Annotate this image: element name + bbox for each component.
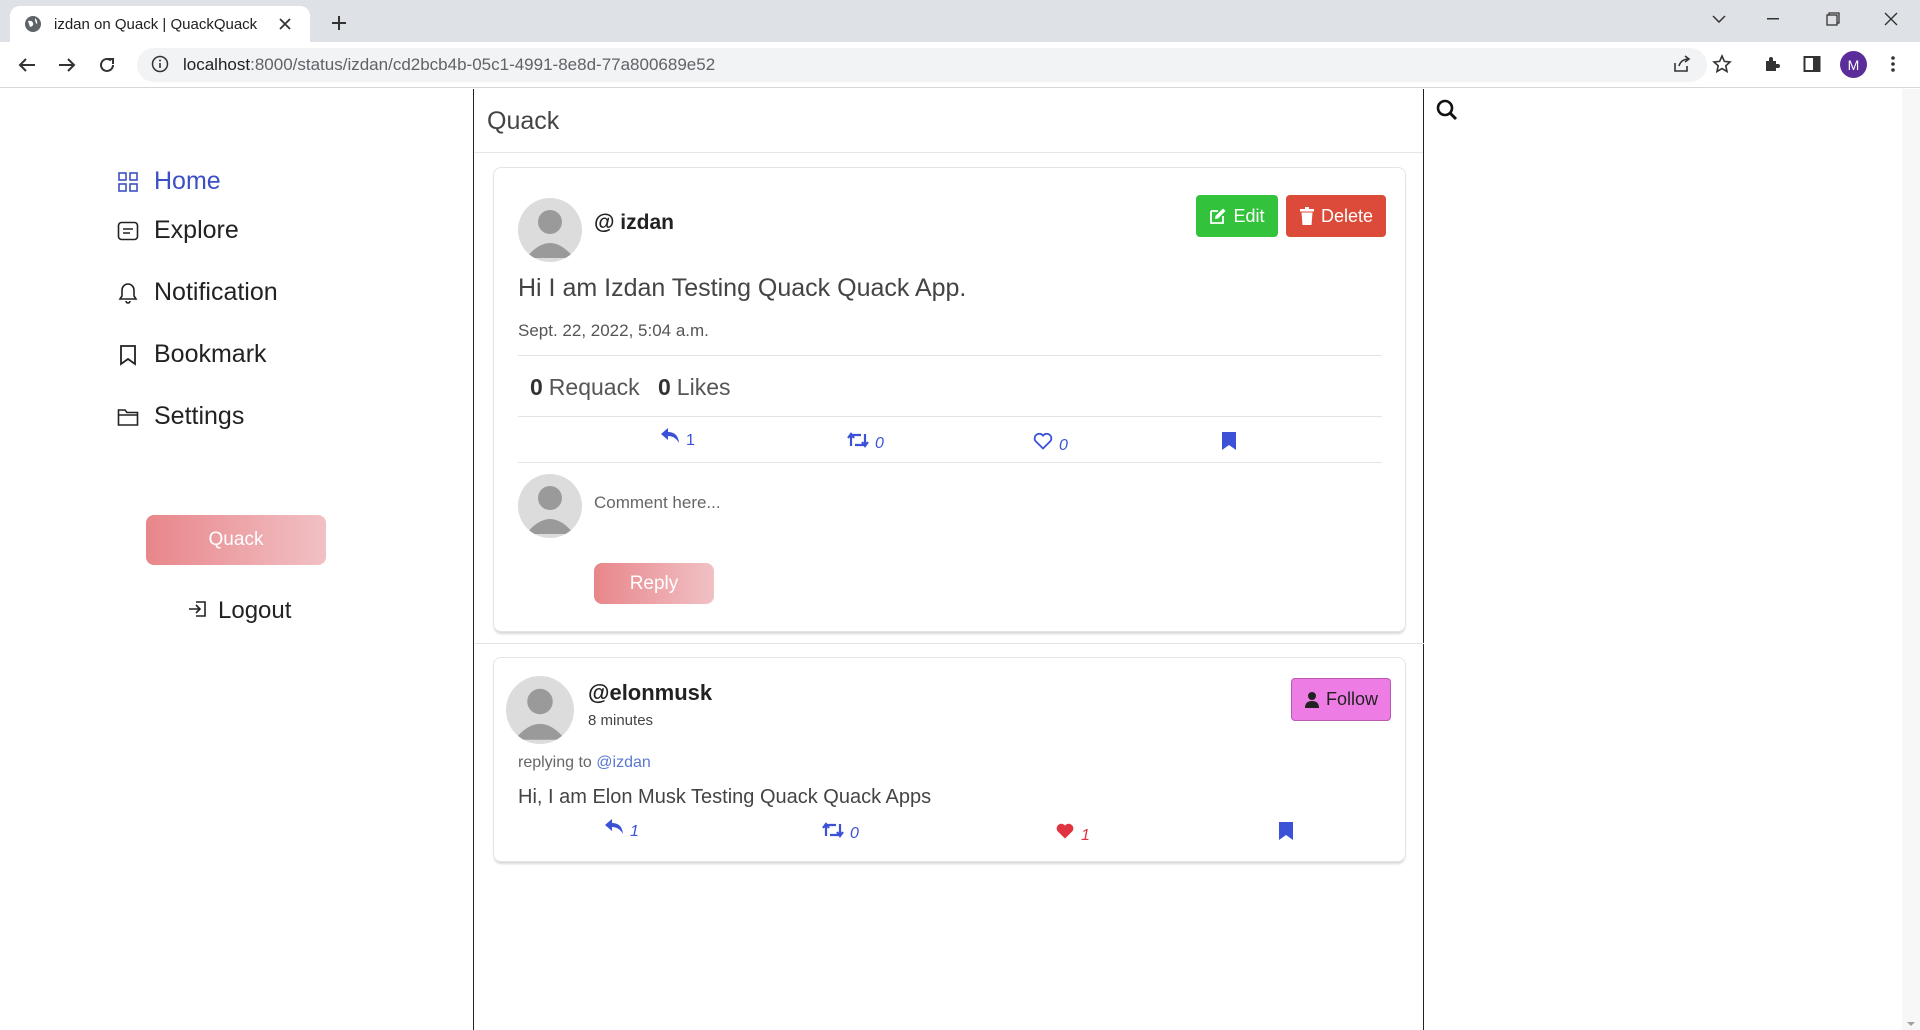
search-icon[interactable]: [1436, 99, 1458, 126]
card-text-icon: [116, 219, 140, 243]
delete-label: Delete: [1320, 205, 1374, 226]
reply-action[interactable]: 1: [604, 818, 639, 841]
mention-link[interactable]: @izdan: [596, 754, 651, 771]
sidebar-item-settings[interactable]: Settings: [116, 402, 244, 431]
scrollbar[interactable]: [1902, 89, 1920, 1030]
sidebar-item-label: Notification: [154, 278, 278, 306]
grid-icon: [116, 170, 140, 194]
delete-button[interactable]: Delete: [1286, 195, 1386, 237]
bookmark-filled-icon: [1221, 431, 1237, 456]
page-title: Quack: [475, 89, 1423, 153]
edit-icon: [1209, 207, 1227, 225]
heart-filled-icon: [1055, 822, 1075, 845]
divider: [518, 355, 1382, 356]
address-bar[interactable]: localhost:8000/status/izdan/cd2bcb4b-05c…: [137, 48, 1707, 82]
close-icon[interactable]: [274, 13, 296, 35]
post-text: Hi I am Izdan Testing Quack Quack App.: [518, 274, 967, 302]
url-text: localhost:8000/status/izdan/cd2bcb4b-05c…: [183, 55, 716, 74]
sidebar-item-home[interactable]: Home: [116, 167, 221, 196]
trash-icon: [1299, 207, 1315, 225]
sidebar-item-label: Settings: [154, 402, 245, 430]
requack-action[interactable]: 0: [822, 822, 859, 843]
requack-stat[interactable]: 0 Requack: [530, 374, 640, 401]
reply-arrow-icon: [604, 818, 624, 841]
browser-tabstrip: izdan on Quack | QuackQuack: [0, 0, 1920, 42]
restore-icon[interactable]: [1811, 4, 1855, 34]
logout-label: Logout: [218, 597, 292, 624]
forward-arrow-icon[interactable]: [52, 50, 82, 80]
retweet-icon: [822, 822, 844, 843]
avatar[interactable]: [518, 198, 582, 262]
extensions-icon[interactable]: [1757, 49, 1787, 79]
divider: [475, 643, 1424, 644]
reply-button[interactable]: Reply: [594, 563, 714, 604]
follow-button[interactable]: Follow: [1291, 678, 1391, 721]
browser-tab[interactable]: izdan on Quack | QuackQuack: [10, 6, 310, 42]
sidebar-item-label: Bookmark: [154, 340, 267, 368]
globe-icon: [24, 15, 42, 33]
post-handle[interactable]: @ izdan: [594, 211, 674, 235]
post-card: @ izdan Edit Delete Hi I am Izdan Testin…: [493, 167, 1406, 632]
sidebar-item-label: Home: [154, 167, 221, 195]
retweet-icon: [847, 432, 869, 453]
bookmark-action[interactable]: [1221, 431, 1237, 456]
heart-outline-icon: [1033, 432, 1053, 455]
page: Home Explore Notification Bookmark Setti…: [0, 89, 1920, 1030]
minimize-icon[interactable]: [1751, 4, 1795, 34]
folder-icon: [116, 405, 140, 429]
bell-icon: [116, 281, 140, 305]
logout-link[interactable]: Logout: [188, 597, 291, 625]
info-icon[interactable]: [151, 55, 171, 75]
reply-timestamp: 8 minutes: [588, 712, 654, 729]
sidebar-item-bookmark[interactable]: Bookmark: [116, 340, 267, 369]
menu-dots-icon[interactable]: [1878, 49, 1908, 79]
avatar[interactable]: [506, 676, 574, 744]
divider: [518, 416, 1382, 417]
reply-action[interactable]: 1: [660, 427, 695, 450]
edit-button[interactable]: Edit: [1196, 195, 1278, 237]
likes-stat[interactable]: 0 Likes: [658, 374, 731, 401]
window-close-icon[interactable]: [1869, 4, 1913, 34]
side-panel-icon[interactable]: [1797, 49, 1827, 79]
commenter-avatar: [518, 474, 582, 538]
like-action[interactable]: 0: [1033, 432, 1068, 455]
sidebar-item-notification[interactable]: Notification: [116, 278, 278, 307]
sidebar: Home Explore Notification Bookmark Setti…: [0, 89, 474, 1030]
feed: Quack @ izdan Edit Delete Hi I am Izdan …: [475, 89, 1424, 1030]
sidebar-item-explore[interactable]: Explore: [116, 216, 239, 245]
replying-to: replying to @izdan: [518, 754, 651, 771]
post-date: Sept. 22, 2022, 5:04 a.m.: [518, 321, 709, 340]
star-icon[interactable]: [1707, 49, 1737, 79]
reply-arrow-icon: [660, 427, 680, 450]
back-arrow-icon[interactable]: [12, 50, 42, 80]
share-icon[interactable]: [1667, 49, 1697, 79]
person-icon: [1304, 691, 1320, 709]
comment-input[interactable]: [594, 488, 1294, 518]
divider: [518, 462, 1382, 463]
profile-avatar[interactable]: M: [1840, 51, 1867, 78]
follow-label: Follow: [1325, 689, 1378, 709]
edit-label: Edit: [1233, 205, 1265, 226]
new-tab-button[interactable]: [325, 9, 353, 37]
tab-search-icon[interactable]: [1697, 4, 1741, 34]
browser-toolbar: localhost:8000/status/izdan/cd2bcb4b-05c…: [0, 42, 1920, 88]
sidebar-item-label: Explore: [154, 216, 239, 244]
reply-card: @elonmusk 8 minutes Follow replying to @…: [493, 657, 1406, 862]
bookmark-filled-icon: [1278, 821, 1294, 846]
like-action[interactable]: 1: [1055, 822, 1090, 845]
quack-button[interactable]: Quack: [146, 515, 326, 565]
tab-title: izdan on Quack | QuackQuack: [54, 15, 258, 33]
bookmark-icon: [116, 343, 140, 367]
reply-text: Hi, I am Elon Musk Testing Quack Quack A…: [518, 786, 932, 808]
logout-icon: [188, 599, 208, 624]
reload-icon[interactable]: [92, 50, 122, 80]
reply-handle[interactable]: @elonmusk: [588, 680, 712, 706]
bookmark-action[interactable]: [1278, 821, 1294, 846]
requack-action[interactable]: 0: [847, 432, 884, 453]
